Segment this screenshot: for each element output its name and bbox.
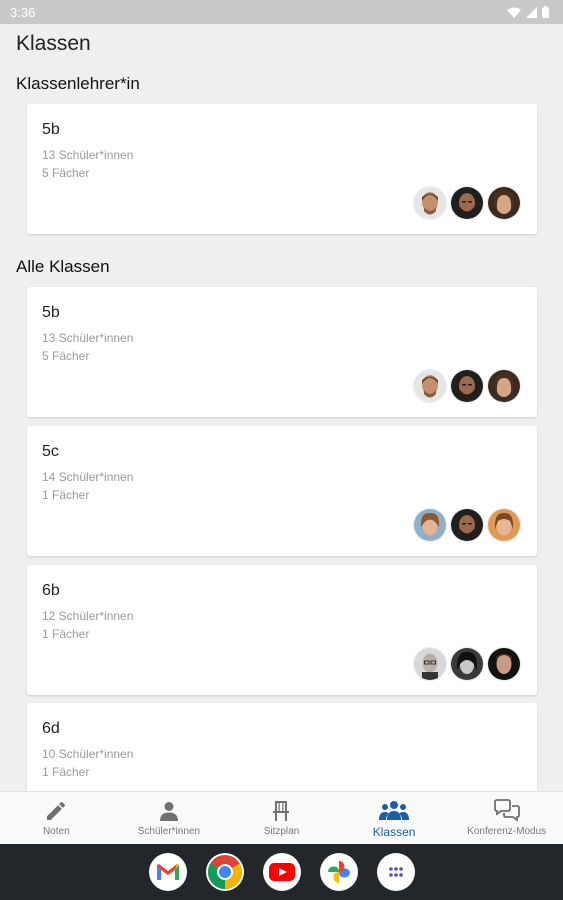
avatar [488, 187, 520, 219]
class-name: 5b [42, 121, 60, 138]
gmail-icon[interactable] [148, 853, 187, 891]
class-card[interactable]: 5b 13 Schüler*innen 5 Fächer [27, 104, 537, 234]
student-count: 14 Schüler*innen [42, 470, 134, 484]
teacher-avatars [414, 648, 520, 680]
page-title: Klassen [16, 32, 91, 55]
nav-label: Schüler*innen [137, 826, 201, 837]
nav-item-konferenz-modus[interactable]: Konferenz-Modus [450, 792, 563, 844]
class-name: 5b [42, 304, 60, 321]
avatar [451, 648, 483, 680]
nav-label: Sitzplan [263, 826, 300, 837]
teacher-avatars [414, 370, 520, 402]
class-name: 6b [42, 582, 60, 599]
subject-count: 1 Fächer [42, 627, 90, 641]
student-count: 13 Schüler*innen [42, 331, 134, 345]
class-card[interactable]: 6b 12 Schüler*innen 1 Fächer [27, 565, 537, 695]
group-icon [379, 801, 410, 820]
signal-icon [526, 6, 537, 18]
subject-count: 1 Fächer [42, 488, 90, 502]
person-icon [159, 802, 178, 821]
wifi-icon [507, 7, 521, 18]
system-dock [0, 844, 563, 900]
avatar [451, 370, 483, 402]
class-card[interactable]: 5c 14 Schüler*innen 1 Fächer [27, 426, 537, 556]
subject-count: 5 Fächer [42, 349, 90, 363]
pencil-icon [47, 801, 66, 820]
class-card[interactable]: 5b 13 Schüler*innen 5 Fächer [27, 287, 537, 417]
app-drawer-icon[interactable] [376, 853, 415, 891]
student-count: 12 Schüler*innen [42, 609, 134, 623]
student-count: 10 Schüler*innen [42, 747, 134, 761]
class-name: 5c [42, 443, 59, 460]
status-time: 3:36 [10, 4, 36, 20]
section-title-class-teacher: Klassenlehrer*in [16, 74, 140, 93]
status-bar: 3:36 [0, 0, 563, 24]
subject-count: 1 Fächer [42, 765, 90, 779]
status-icons [507, 6, 549, 18]
section-title-all-classes: Alle Klassen [16, 257, 110, 276]
avatar [488, 370, 520, 402]
avatar [414, 187, 446, 219]
chat-bubbles-icon [493, 799, 520, 822]
avatar [414, 648, 446, 680]
nav-item-sitzplan[interactable]: Sitzplan [225, 792, 338, 844]
avatar [488, 509, 520, 541]
photos-icon[interactable] [319, 853, 358, 891]
youtube-icon[interactable] [262, 853, 301, 891]
nav-item-schueler[interactable]: Schüler*innen [113, 792, 226, 844]
chair-icon [273, 801, 290, 821]
chrome-icon[interactable] [205, 853, 244, 891]
class-card[interactable]: 6d 10 Schüler*innen 1 Fächer [27, 703, 537, 791]
bottom-navigation: Noten Schüler*innen Sitzplan Klassen Kon… [0, 791, 563, 844]
nav-item-noten[interactable]: Noten [0, 792, 113, 844]
nav-label: Noten [42, 826, 70, 837]
subject-count: 5 Fächer [42, 166, 90, 180]
nav-item-klassen[interactable]: Klassen [338, 792, 451, 844]
battery-icon [542, 6, 549, 18]
nav-label: Konferenz-Modus [467, 826, 547, 837]
avatar [414, 509, 446, 541]
student-count: 13 Schüler*innen [42, 148, 134, 162]
avatar [451, 509, 483, 541]
teacher-avatars [414, 509, 520, 541]
avatar [414, 370, 446, 402]
avatar [488, 648, 520, 680]
avatar [451, 187, 483, 219]
teacher-avatars [414, 187, 520, 219]
class-name: 6d [42, 720, 60, 737]
main-content: Klassen Klassenlehrer*in 5b 13 Schüler*i… [0, 24, 563, 791]
nav-label: Klassen [372, 825, 416, 839]
